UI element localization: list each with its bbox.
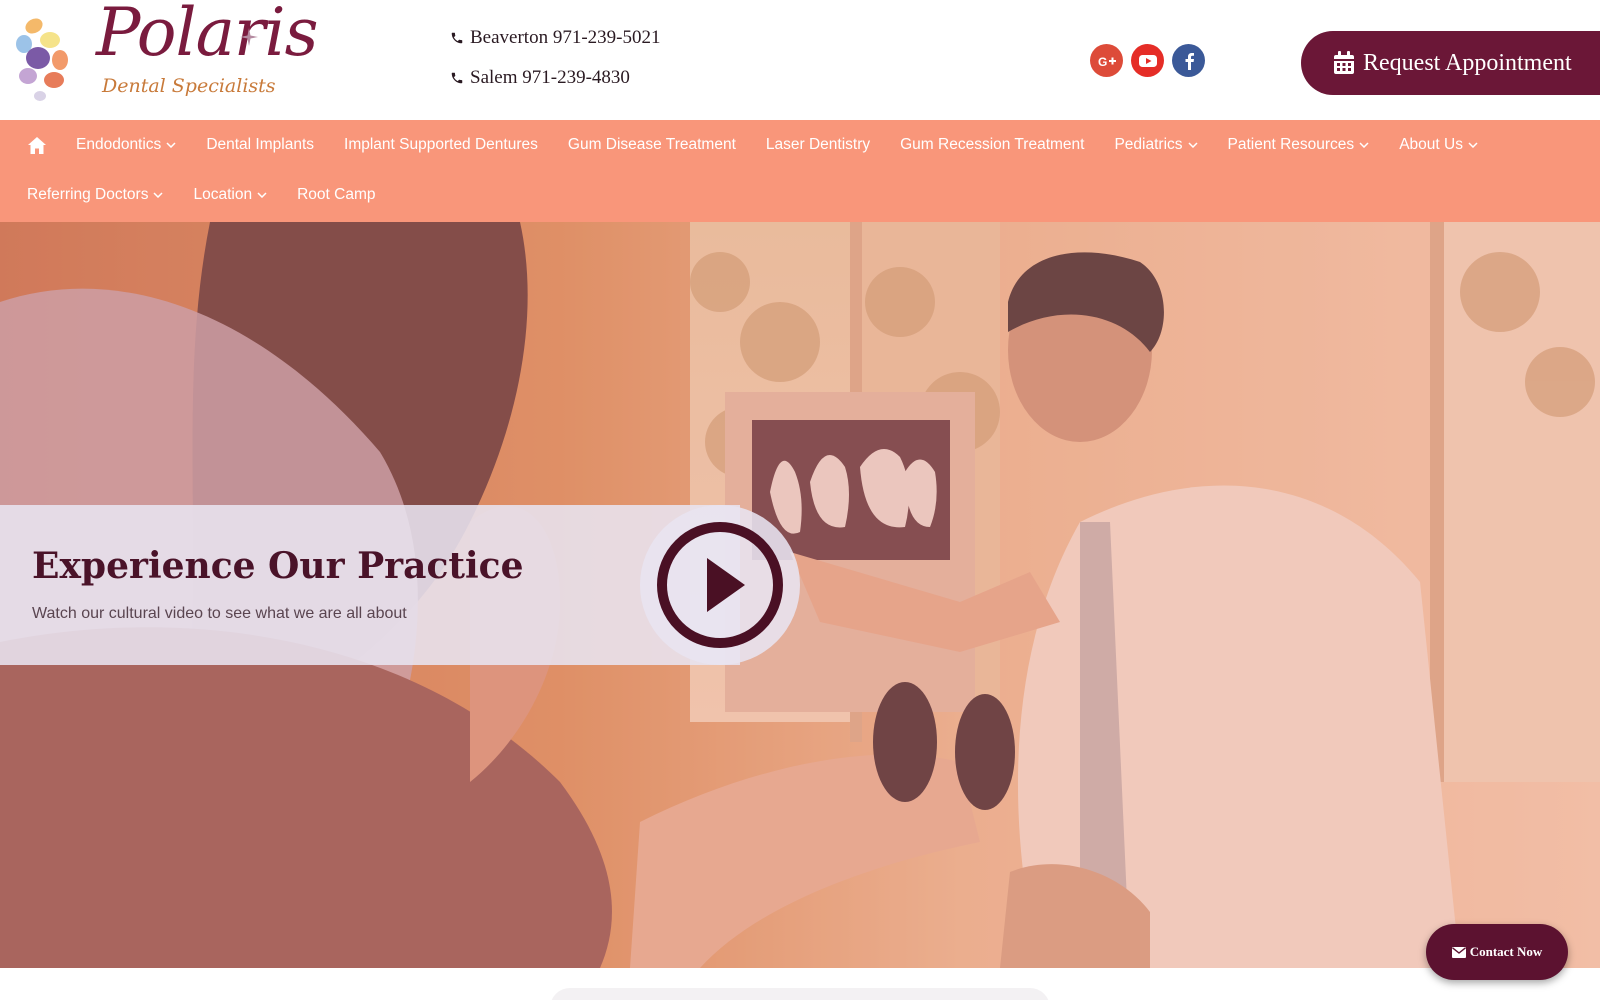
chevron-down-icon (166, 142, 176, 148)
nav-item-laser-dentistry[interactable]: Laser Dentistry (766, 136, 870, 154)
chevron-down-icon (1359, 142, 1369, 148)
nav-item-label: Laser Dentistry (765, 136, 871, 153)
nav-row-primary: Endodontics Dental Implants Implant Supp… (0, 120, 1508, 170)
phone-link-salem[interactable]: Salem 971-239-4830 (450, 66, 660, 90)
phone-link-beaverton[interactable]: Beaverton 971-239-5021 (450, 26, 660, 50)
contact-now-button[interactable]: Contact Now (1426, 924, 1568, 980)
nav-item-dental-implants[interactable]: Dental Implants (206, 136, 314, 154)
home-icon (28, 136, 46, 154)
nav-item-label: Location (193, 186, 253, 203)
nav-item-pediatrics[interactable]: Pediatrics (1114, 136, 1198, 154)
youtube-icon (1138, 54, 1157, 67)
nav-item-gum-recession-treatment[interactable]: Gum Recession Treatment (900, 136, 1084, 154)
nav-item-patient-resources[interactable]: Patient Resources (1228, 136, 1370, 154)
chevron-down-icon (257, 192, 267, 198)
chevron-down-icon (1188, 142, 1198, 148)
phone-label: Salem 971-239-4830 (470, 67, 630, 88)
svg-text:G: G (1098, 55, 1107, 68)
nav-item-label: Patient Resources (1227, 136, 1355, 153)
nav-item-gum-disease-treatment[interactable]: Gum Disease Treatment (568, 136, 736, 154)
request-appointment-label: Request Appointment (1363, 49, 1572, 76)
nav-item-label: Pediatrics (1114, 136, 1183, 153)
google-plus-icon: G (1098, 55, 1116, 68)
site-header: Polaris Dental Specialists Beaverton 971… (0, 0, 1600, 120)
facebook-button[interactable] (1172, 44, 1205, 77)
main-navigation: Endodontics Dental Implants Implant Supp… (0, 120, 1600, 222)
phone-icon (451, 72, 463, 84)
nav-item-label: Referring Doctors (27, 186, 149, 203)
nav-item-about-us[interactable]: About Us (1399, 136, 1478, 154)
phone-label: Beaverton 971-239-5021 (470, 27, 661, 48)
chevron-down-icon (153, 192, 163, 198)
site-logo[interactable]: Polaris Dental Specialists (10, 0, 318, 106)
logo-mark-icon (16, 18, 68, 101)
section-tab-placeholder (550, 988, 1050, 1000)
video-subtitle: Watch our cultural video to see what we … (32, 605, 407, 622)
nav-item-label: Gum Recession Treatment (900, 136, 1085, 153)
play-video-button[interactable] (655, 520, 785, 650)
play-icon (707, 558, 745, 612)
calendar-icon (1334, 51, 1354, 74)
nav-item-implant-supported-dentures[interactable]: Implant Supported Dentures (344, 136, 538, 154)
home-link[interactable] (28, 136, 46, 154)
nav-item-referring-doctors[interactable]: Referring Doctors (27, 186, 163, 204)
google-plus-button[interactable]: G (1090, 44, 1123, 77)
video-title: Experience Our Practice (32, 545, 524, 587)
youtube-button[interactable] (1131, 44, 1164, 77)
request-appointment-button[interactable]: Request Appointment (1301, 31, 1600, 95)
nav-item-label: Dental Implants (206, 136, 315, 153)
nav-item-label: Endodontics (76, 136, 162, 153)
hero-section: Experience Our Practice Watch our cultur… (0, 222, 1600, 968)
phone-icon (451, 32, 463, 44)
envelope-icon (1451, 946, 1466, 958)
nav-item-endodontics[interactable]: Endodontics (76, 136, 176, 154)
chevron-down-icon (1468, 142, 1478, 148)
video-callout-panel: Experience Our Practice Watch our cultur… (0, 505, 740, 665)
nav-item-label: About Us (1399, 136, 1463, 153)
facebook-icon (1185, 52, 1194, 70)
nav-row-secondary: Referring Doctors Location Root Camp (0, 170, 405, 220)
logo-tagline: Dental Specialists (102, 75, 276, 97)
phone-list: Beaverton 971-239-5021 Salem 971-239-483… (450, 26, 660, 106)
social-links: G (1090, 44, 1205, 77)
nav-item-label: Gum Disease Treatment (567, 136, 736, 153)
nav-item-location[interactable]: Location (193, 186, 267, 204)
nav-item-label: Implant Supported Dentures (344, 136, 538, 153)
contact-now-label: Contact Now (1469, 944, 1543, 959)
logo-wordmark: Polaris (96, 0, 318, 71)
star-sparkle-icon (240, 28, 258, 46)
nav-item-label: Root Camp (297, 186, 376, 203)
nav-item-root-camp[interactable]: Root Camp (297, 186, 375, 204)
